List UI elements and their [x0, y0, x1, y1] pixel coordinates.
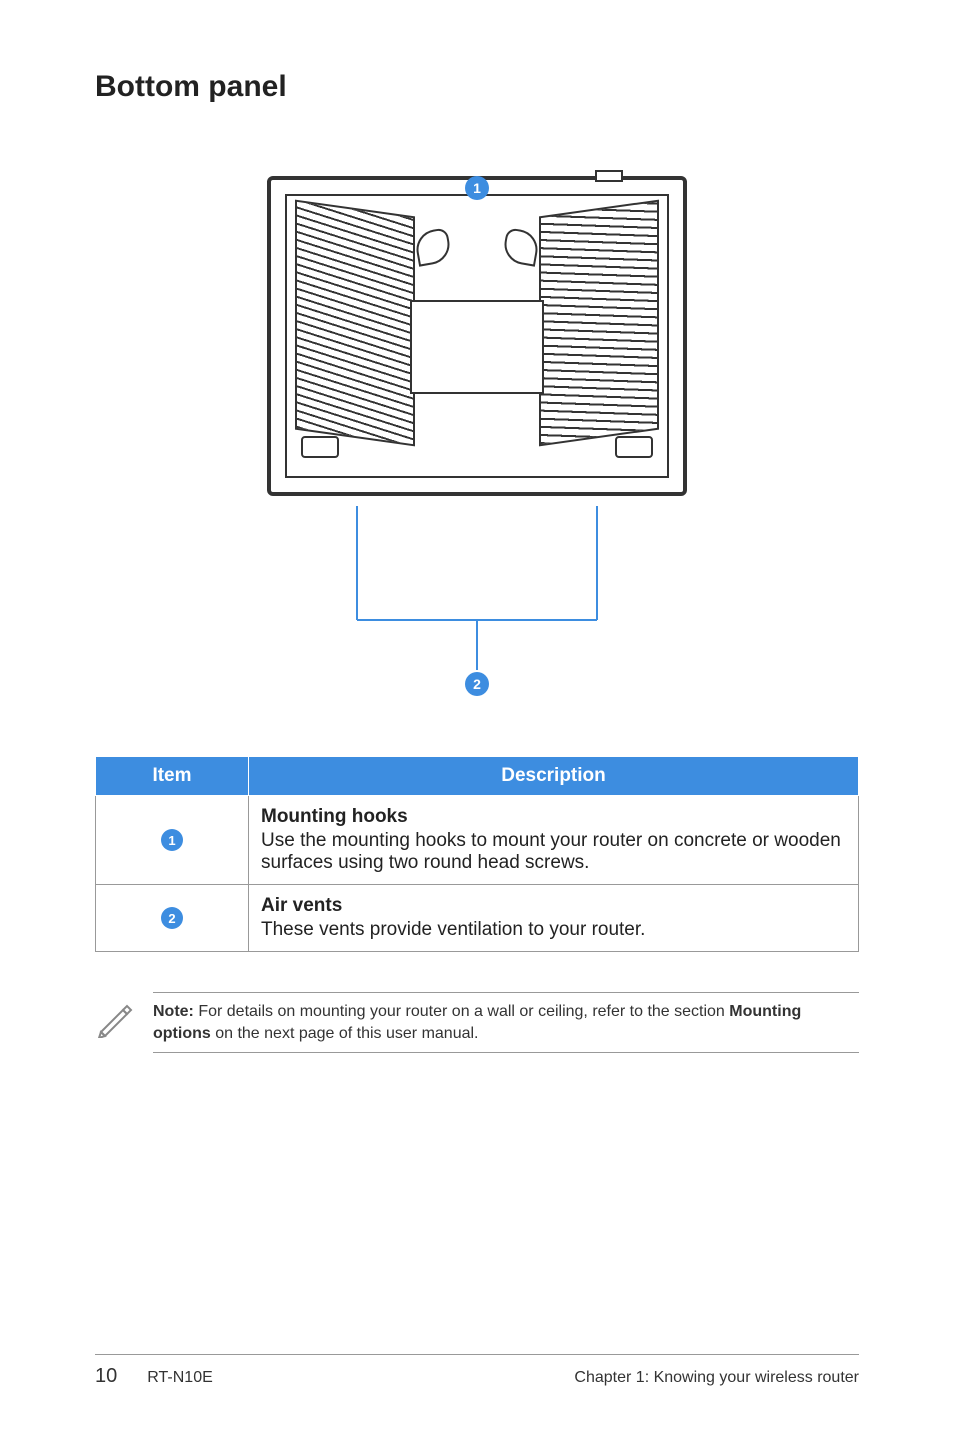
table-header-item: Item	[96, 757, 249, 796]
description-table: Item Description 1 Mounting hooks Use th…	[95, 756, 859, 952]
page-number: 10	[95, 1365, 117, 1388]
note-text: Note: For details on mounting your route…	[153, 992, 859, 1053]
air-vent-right-icon	[539, 200, 659, 447]
footer-chapter: Chapter 1: Knowing your wireless router	[574, 1369, 859, 1387]
table-row: 1 Mounting hooks Use the mounting hooks …	[96, 796, 859, 885]
row-body: These vents provide ventilation to your …	[261, 919, 645, 940]
table-row-description: Air vents These vents provide ventilatio…	[249, 885, 859, 952]
row-body: Use the mounting hooks to mount your rou…	[261, 830, 841, 873]
table-header-description: Description	[249, 757, 859, 796]
note-block: Note: For details on mounting your route…	[95, 992, 859, 1053]
rear-port-icon	[595, 170, 623, 182]
row-title: Mounting hooks	[261, 806, 846, 828]
label-plate-icon	[410, 300, 544, 394]
air-vent-left-icon	[295, 200, 415, 447]
row-title: Air vents	[261, 895, 846, 917]
bottom-slot-right-icon	[615, 436, 653, 458]
callout-1-badge: 1	[465, 176, 489, 200]
note-icon	[95, 998, 135, 1043]
device-outline	[267, 176, 687, 496]
callout-2-badge: 2	[465, 672, 489, 696]
table-row-item: 2	[96, 885, 249, 952]
bottom-panel-diagram: 1 2	[217, 176, 737, 696]
note-label: Note:	[153, 1003, 194, 1020]
row-badge-1: 1	[161, 829, 183, 851]
row-badge-2: 2	[161, 907, 183, 929]
table-row-item: 1	[96, 796, 249, 885]
page-footer: 10 RT-N10E Chapter 1: Knowing your wirel…	[95, 1354, 859, 1388]
note-text-after: on the next page of this user manual.	[211, 1025, 479, 1042]
section-heading: Bottom panel	[95, 70, 859, 104]
table-row: 2 Air vents These vents provide ventilat…	[96, 885, 859, 952]
note-text-before: For details on mounting your router on a…	[194, 1003, 729, 1020]
footer-model: RT-N10E	[147, 1369, 213, 1387]
callout-1: 1	[465, 176, 489, 200]
callout-2: 2	[465, 672, 489, 696]
table-row-description: Mounting hooks Use the mounting hooks to…	[249, 796, 859, 885]
bottom-slot-left-icon	[301, 436, 339, 458]
